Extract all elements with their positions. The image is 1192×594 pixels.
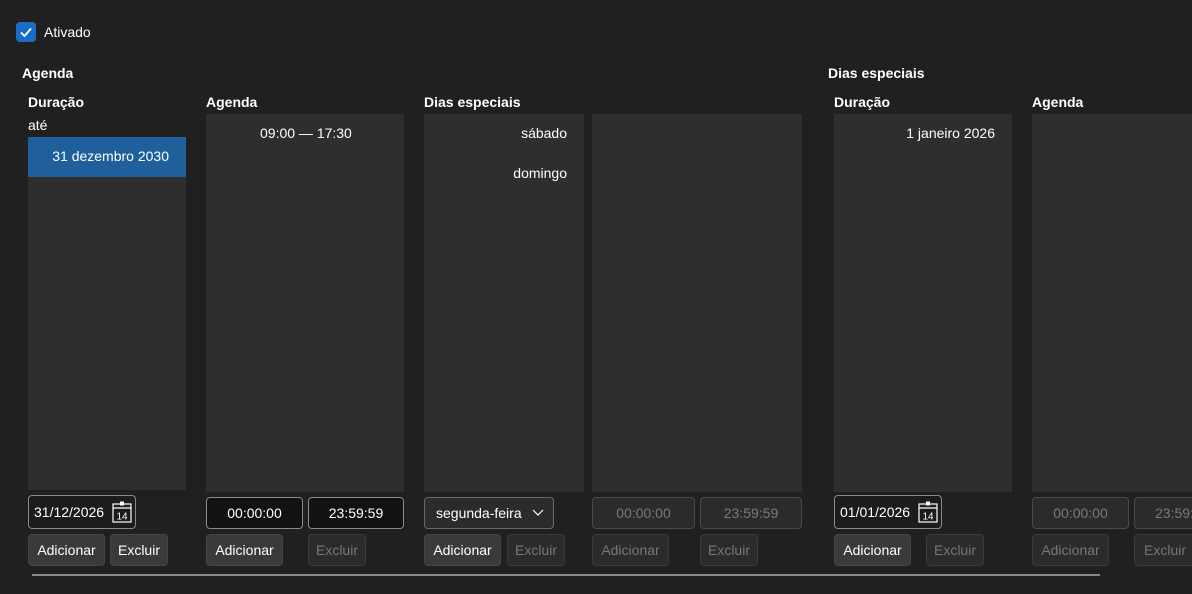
end-date-field[interactable]: 31/12/2026 14 xyxy=(28,495,136,529)
special-schedule-end-time[interactable]: 23:59:59 xyxy=(1134,497,1192,529)
calendar-icon[interactable]: 14 xyxy=(918,501,938,523)
special-duration-add-button[interactable]: Adicionar xyxy=(834,534,911,566)
checkmark-icon xyxy=(20,27,32,38)
special-date-field[interactable]: 01/01/2026 14 xyxy=(834,495,942,529)
special-schedule-start-time[interactable]: 00:00:00 xyxy=(1032,497,1129,529)
special-days-add-button[interactable]: Adicionar xyxy=(424,534,501,566)
weekday-select-value: segunda-feira xyxy=(436,505,522,521)
special-hours-delete-button[interactable]: Excluir xyxy=(700,534,758,566)
special-duration-delete-button[interactable]: Excluir xyxy=(926,534,984,566)
special-schedule-header: Agenda xyxy=(1032,94,1084,110)
duration-until-label: até xyxy=(28,117,48,133)
special-duration-list[interactable]: 1 janeiro 2026 xyxy=(834,114,1012,492)
schedule-add-button[interactable]: Adicionar xyxy=(206,534,283,566)
calendar-day: 14 xyxy=(922,512,934,523)
special-schedule-add-button[interactable]: Adicionar xyxy=(1032,534,1109,566)
schedule-end-time[interactable]: 23:59:59 xyxy=(308,497,404,529)
enabled-checkbox[interactable] xyxy=(16,22,36,42)
calendar-day: 14 xyxy=(116,512,128,523)
special-schedule-list[interactable] xyxy=(1032,114,1192,492)
special-days-list[interactable]: sábado domingo xyxy=(424,114,584,492)
special-days-hours-list[interactable] xyxy=(592,114,802,492)
special-day-item[interactable]: sábado xyxy=(521,125,567,141)
duration-list[interactable]: 31 dezembro 2030 xyxy=(28,137,186,490)
special-duration-header: Duração xyxy=(834,94,891,110)
special-duration-item[interactable]: 1 janeiro 2026 xyxy=(906,125,995,141)
calendar-icon[interactable]: 14 xyxy=(112,501,132,523)
duration-delete-button[interactable]: Excluir xyxy=(110,534,168,566)
enabled-label: Ativado xyxy=(44,24,91,40)
special-start-time[interactable]: 00:00:00 xyxy=(592,497,695,529)
end-date-value: 31/12/2026 xyxy=(34,504,105,520)
list-item-label: 31 dezembro 2030 xyxy=(52,148,169,164)
horizontal-scrollbar[interactable] xyxy=(32,574,1100,576)
special-day-item[interactable]: domingo xyxy=(513,165,567,181)
weekday-select[interactable]: segunda-feira xyxy=(424,497,554,529)
special-date-value: 01/01/2026 xyxy=(840,504,911,520)
special-schedule-delete-button[interactable]: Excluir xyxy=(1134,534,1192,566)
schedule-delete-button[interactable]: Excluir xyxy=(308,534,366,566)
duration-add-button[interactable]: Adicionar xyxy=(28,534,105,566)
schedule-list[interactable]: 09:00 — 17:30 xyxy=(206,114,404,492)
schedule-header: Agenda xyxy=(206,94,258,110)
special-days-delete-button[interactable]: Excluir xyxy=(507,534,565,566)
schedule-list-item[interactable]: 09:00 — 17:30 xyxy=(260,125,352,141)
schedule-start-time[interactable]: 00:00:00 xyxy=(206,497,303,529)
agenda-section-title: Agenda xyxy=(22,65,74,81)
special-days-section-title: Dias especiais xyxy=(828,65,925,81)
list-item-selected[interactable]: 31 dezembro 2030 xyxy=(28,137,186,177)
special-end-time[interactable]: 23:59:59 xyxy=(700,497,802,529)
special-days-header: Dias especiais xyxy=(424,94,521,110)
duration-header: Duração xyxy=(28,94,85,110)
special-hours-add-button[interactable]: Adicionar xyxy=(592,534,669,566)
chevron-down-icon xyxy=(532,509,544,516)
